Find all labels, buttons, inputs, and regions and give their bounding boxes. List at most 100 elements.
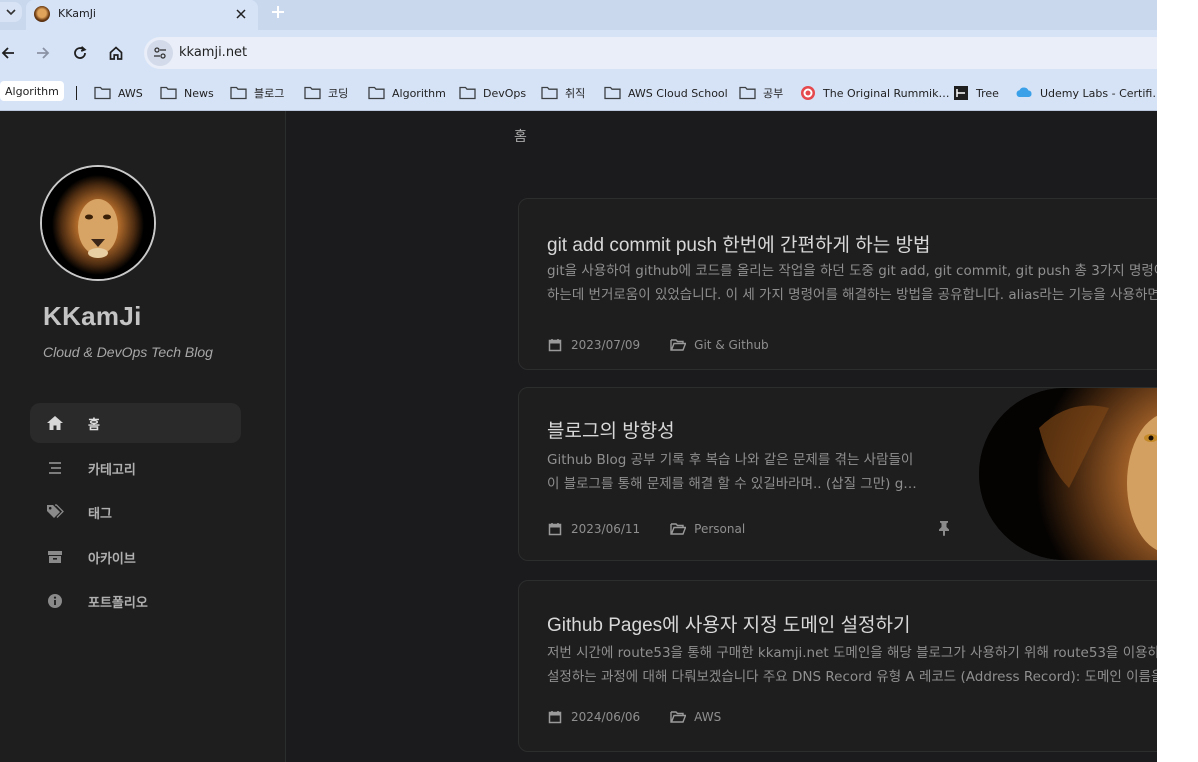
sidebar-item-categories[interactable]: 카테고리: [30, 448, 241, 488]
folder-open-icon: [670, 709, 687, 725]
home-button[interactable]: [104, 41, 128, 65]
post-title[interactable]: git add commit push 한번에 간편하게 하는 방법: [547, 230, 930, 257]
sidebar-item-portfolio[interactable]: 포트폴리오: [30, 581, 241, 621]
bookmark-separator: [76, 86, 77, 100]
forward-button[interactable]: [31, 41, 55, 65]
sidebar-item-home[interactable]: 홈: [30, 403, 241, 443]
back-button[interactable]: [0, 41, 20, 65]
rummikub-favicon-icon: [800, 85, 816, 101]
post-card[interactable]: 블로그의 방향성 Github Blog 공부 기록 후 복습 나와 같은 문제…: [518, 387, 1157, 561]
folder-icon: [368, 86, 385, 100]
post-date: 2024/06/06: [571, 710, 641, 724]
post-category[interactable]: AWS: [694, 710, 721, 724]
bookmark-label: 블로그: [254, 87, 285, 100]
browser-toolbar: kkamji.net: [0, 30, 1157, 76]
address-bar[interactable]: kkamji.net: [144, 37, 1157, 69]
folder-icon: [94, 86, 111, 100]
tab-search-button[interactable]: [0, 2, 22, 22]
post-excerpt-line: 이 블로그를 통해 문제를 해결 할 수 있길바라며.. (삽질 그만) g…: [547, 476, 917, 492]
bookmark-item[interactable]: 공부: [739, 82, 783, 104]
post-meta: 2023/07/09 Git & Github: [547, 337, 769, 353]
info-icon: [46, 592, 64, 610]
bookmark-item[interactable]: Udemy Labs - Certifi…: [1015, 82, 1157, 104]
sidebar: KKamJi Cloud & DevOps Tech Blog 홈 카테고리 태…: [0, 111, 286, 762]
site-subtitle: Cloud & DevOps Tech Blog: [43, 344, 213, 360]
bookmark-item[interactable]: AWS Cloud School: [604, 82, 728, 104]
post-card[interactable]: git add commit push 한번에 간편하게 하는 방법 git을 …: [518, 198, 1157, 370]
bookmark-label: Algorithm: [392, 86, 446, 100]
post-title[interactable]: Github Pages에 사용자 지정 도메인 설정하기: [547, 610, 911, 637]
post-excerpt-line: 설정하는 과정에 대해 다뤄보겠습니다 주요 DNS Record 유형 A 레…: [547, 669, 1157, 685]
bookmark-label: DevOps: [483, 86, 527, 100]
avatar[interactable]: [40, 165, 156, 281]
post-date: 2023/06/11: [571, 522, 641, 536]
new-tab-button[interactable]: [266, 0, 290, 24]
chevron-down-icon: [6, 9, 16, 16]
blog-page: KKamJi Cloud & DevOps Tech Blog 홈 카테고리 태…: [0, 111, 1157, 762]
reload-icon: [74, 46, 87, 59]
bookmark-item[interactable]: 취직: [541, 82, 585, 104]
folder-open-icon: [670, 521, 687, 537]
bookmark-label: Udemy Labs - Certifi…: [1040, 86, 1157, 100]
folder-icon: [604, 86, 621, 100]
bookmark-label: The Original Rummik…: [823, 86, 950, 100]
post-title[interactable]: 블로그의 방향성: [547, 416, 675, 443]
post-meta: 2023/06/11 Personal: [547, 521, 745, 537]
bookmark-label: News: [184, 86, 214, 100]
bookmark-algorithm-chip[interactable]: Algorithm: [0, 81, 64, 101]
post-excerpt: Github Blog 공부 기록 후 복습 나와 같은 문제를 겪는 사람들이…: [547, 448, 917, 496]
bookmark-item[interactable]: AWS: [94, 82, 143, 104]
tab-title: KKamJi: [58, 7, 96, 20]
bookmark-label: AWS: [118, 86, 143, 100]
bookmark-label: Tree: [976, 86, 999, 100]
lion-preview-image: [979, 388, 1157, 560]
plus-icon: [272, 6, 284, 18]
post-preview-image[interactable]: [979, 388, 1157, 560]
sidebar-item-tags[interactable]: 태그: [30, 492, 241, 532]
bookmark-item[interactable]: Algorithm: [368, 82, 446, 104]
archive-icon: [46, 548, 64, 566]
sidebar-item-label: 카테고리: [88, 462, 136, 478]
sidebar-item-label: 홈: [88, 418, 100, 433]
bookmark-label: 공부: [763, 87, 784, 100]
folder-open-icon: [670, 337, 687, 353]
site-title[interactable]: KKamJi: [43, 301, 142, 332]
post-excerpt: git을 사용하여 github에 코드를 올리는 작업을 하던 도중 git …: [547, 259, 1157, 307]
bookmark-label: Algorithm: [5, 84, 59, 98]
calendar-icon: [547, 337, 563, 353]
post-excerpt-line: git을 사용하여 github에 코드를 올리는 작업을 하던 도중 git …: [547, 263, 1157, 279]
browser-tab[interactable]: KKamJi: [26, 0, 258, 30]
bookmark-item[interactable]: 블로그: [230, 82, 284, 104]
folder-icon: [459, 86, 476, 100]
bookmark-label: AWS Cloud School: [628, 86, 728, 100]
folder-icon: [160, 86, 177, 100]
lion-avatar-image: [42, 167, 154, 279]
bookmark-item[interactable]: Tree: [953, 82, 999, 104]
post-category[interactable]: Personal: [694, 522, 745, 536]
calendar-icon: [547, 521, 563, 537]
reload-button[interactable]: [68, 41, 92, 65]
url-text: kkamji.net: [179, 45, 248, 60]
bookmark-item[interactable]: DevOps: [459, 82, 526, 104]
post-excerpt-line: Github Blog 공부 기록 후 복습 나와 같은 문제를 겪는 사람들이: [547, 452, 914, 468]
post-card[interactable]: Github Pages에 사용자 지정 도메인 설정하기 저번 시간에 rou…: [518, 580, 1157, 752]
bookmark-item[interactable]: 코딩: [304, 82, 348, 104]
tree-favicon-icon: [953, 85, 969, 101]
arrow-right-icon: [37, 47, 50, 59]
sidebar-item-label: 포트폴리오: [88, 596, 148, 611]
post-meta: 2024/06/06 AWS: [547, 709, 721, 725]
site-info-icon[interactable]: [147, 40, 173, 66]
close-icon[interactable]: [232, 5, 250, 23]
tags-icon: [46, 503, 64, 521]
bookmark-item[interactable]: The Original Rummik…: [800, 82, 949, 104]
post-category[interactable]: Git & Github: [694, 338, 769, 352]
bookmark-item[interactable]: News: [160, 82, 214, 104]
sidebar-item-label: 아카이브: [88, 551, 136, 567]
folder-icon: [739, 86, 756, 100]
list-icon: [46, 459, 64, 477]
folder-icon: [541, 86, 558, 100]
sidebar-item-label: 태그: [88, 507, 112, 522]
sidebar-item-archive[interactable]: 아카이브: [30, 537, 241, 577]
bookmark-label: 코딩: [328, 87, 349, 100]
tab-strip: KKamJi: [0, 0, 1157, 30]
